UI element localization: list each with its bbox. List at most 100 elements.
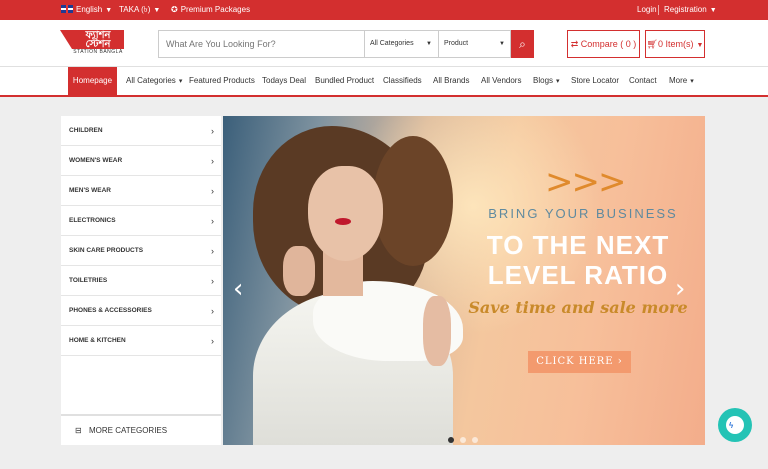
nav-item-all-brands[interactable]: All Brands [433, 67, 469, 95]
type-select[interactable]: Product ▼ [438, 31, 511, 57]
category-item-children[interactable]: Children › [61, 116, 221, 146]
caret-down-icon: ▼ [426, 41, 432, 47]
banner-heading-large: TO THE NEXT LEVEL RATIO [463, 230, 693, 290]
chevron-right-icon: › [617, 356, 623, 367]
minus-square-icon: ⊟ [75, 426, 82, 435]
category-label: Children [69, 127, 103, 134]
category-label: Skin Care Products [69, 247, 144, 254]
nav-item-store-locator[interactable]: Store Locator [571, 67, 619, 95]
compare-icon: ⇄ [570, 39, 581, 49]
registration-link[interactable]: Registration ▼ [664, 0, 717, 20]
chevron-down-icon: ▼ [696, 42, 704, 49]
messenger-icon: ϟ [729, 421, 734, 430]
slide-dot[interactable] [448, 437, 454, 443]
currency-label: TAKA (৳) [119, 5, 151, 14]
category-item-home-kitchen[interactable]: Home & Kitchen › [61, 326, 221, 356]
model-lips [335, 218, 351, 225]
slide-dot[interactable] [472, 437, 478, 443]
category-label: Men's Wear [69, 187, 111, 194]
currency-selector[interactable]: TAKA (৳) ▼ [119, 0, 160, 20]
nav-item-all-vendors[interactable]: All Vendors [481, 67, 521, 95]
chevron-right-icon: › [211, 306, 214, 316]
prev-slide-button[interactable]: ‹ [233, 276, 243, 302]
language-selector[interactable]: English ▼ [61, 0, 112, 20]
chevron-down-icon: ▾ [556, 78, 560, 85]
login-link[interactable]: Login [637, 0, 657, 20]
category-item-electronics[interactable]: Electronics › [61, 206, 221, 236]
nav-item-homepage[interactable]: Homepage [68, 67, 117, 95]
site-logo[interactable]: ফ্যাশন স্টেশন STATION BANGLA [60, 30, 126, 56]
language-label: English [76, 5, 103, 14]
chevron-down-icon: ▾ [690, 78, 694, 85]
category-item-womens-wear[interactable]: Women's Wear › [61, 146, 221, 176]
chevron-right-icon: › [211, 216, 214, 226]
category-item-skin-care[interactable]: Skin Care Products › [61, 236, 221, 266]
more-categories-button[interactable]: ⊟ MORE CATEGORIES [61, 414, 221, 445]
chevron-right-icon: › [211, 276, 214, 286]
site-header: ফ্যাশন স্টেশন STATION BANGLA All Categor… [0, 20, 768, 66]
nav-item-classifieds[interactable]: Classifieds [383, 67, 422, 95]
nav-item-contact[interactable]: Contact [629, 67, 657, 95]
category-select[interactable]: All Categories ▼ [364, 31, 438, 57]
registration-label: Registration [664, 5, 707, 14]
nav-item-blogs[interactable]: Blogs ▾ [533, 67, 560, 95]
chevron-right-icon: › [675, 274, 686, 304]
nav-item-featured-products[interactable]: Featured Products [189, 67, 255, 95]
uk-flag-icon [61, 5, 73, 13]
model-hair-curl [373, 136, 453, 266]
premium-label: Premium Packages [180, 5, 251, 14]
main-nav: Homepage All Categories ▾ Featured Produc… [0, 67, 768, 97]
slide-dot[interactable] [460, 437, 466, 443]
banner-heading-small: BRING YOUR BUSINESS [488, 206, 678, 221]
chevron-down-icon: ▼ [105, 7, 113, 14]
chevron-right-icon: › [211, 246, 214, 256]
topbar-divider [658, 5, 659, 15]
more-categories-label: MORE CATEGORIES [89, 426, 168, 435]
chevron-right-icon: › [211, 126, 214, 136]
category-label: Women's Wear [69, 157, 123, 164]
category-label: Phones & Accessories [69, 307, 152, 314]
category-label: Toiletries [69, 277, 108, 284]
nav-item-more[interactable]: More ▾ [669, 67, 694, 95]
search-icon: ⌕ [519, 37, 526, 51]
chevron-right-icon: › [211, 156, 214, 166]
logo-block: ফ্যাশন স্টেশন [72, 30, 124, 50]
hero-banner[interactable]: >>> BRING YOUR BUSINESS TO THE NEXT LEVE… [223, 116, 705, 445]
cart-button[interactable]: 🛒︎0 Item(s) ▼ [645, 30, 705, 58]
chevron-right-icon: › [211, 336, 214, 346]
nav-item-all-categories[interactable]: All Categories ▾ [126, 67, 182, 95]
category-select-label: All Categories [370, 40, 414, 47]
nav-label: More [669, 76, 688, 85]
compare-label: Compare ( 0 ) [580, 39, 637, 49]
category-item-toiletries[interactable]: Toiletries › [61, 266, 221, 296]
category-item-phones-accessories[interactable]: Phones & Accessories › [61, 296, 221, 326]
chevron-down-icon: ▼ [709, 7, 717, 14]
type-select-label: Product [444, 40, 469, 47]
category-item-mens-wear[interactable]: Men's Wear › [61, 176, 221, 206]
category-label: Electronics [69, 217, 116, 224]
tag-icon: ✪ [171, 5, 178, 14]
category-sidebar: Children › Women's Wear › Men's Wear › Elec… [61, 116, 221, 445]
logo-line-2: স্টেশন [85, 39, 111, 50]
cta-label: CLICK HERE [536, 356, 614, 367]
cart-label: 0 Item(s) [657, 39, 694, 49]
search-input[interactable] [159, 31, 364, 57]
cart-icon: 🛒︎ [646, 39, 658, 49]
premium-packages-link[interactable]: ✪ Premium Packages [171, 0, 250, 20]
slide-indicators [445, 430, 481, 445]
banner-tagline: Save time and sale more [468, 298, 688, 317]
messenger-chat-button[interactable]: ϟ [718, 408, 752, 442]
click-here-button[interactable]: CLICK HERE › [528, 351, 631, 373]
model-hand-right [423, 296, 451, 366]
nav-label: Blogs [533, 76, 554, 85]
chevron-right-icon: › [211, 186, 214, 196]
banner-heading-line-1: TO THE NEXT [486, 230, 670, 260]
nav-item-todays-deal[interactable]: Todays Deal [262, 67, 306, 95]
triple-chevron-icon: >>> [545, 162, 626, 202]
banner-heading-line-2: LEVEL RATIO [487, 260, 669, 290]
logo-triangle [60, 30, 72, 49]
search-button[interactable]: ⌕ [511, 30, 534, 58]
compare-button[interactable]: ⇄ Compare ( 0 ) [567, 30, 640, 58]
nav-item-bundled-product[interactable]: Bundled Product [315, 67, 374, 95]
next-slide-button[interactable]: › [675, 276, 685, 302]
